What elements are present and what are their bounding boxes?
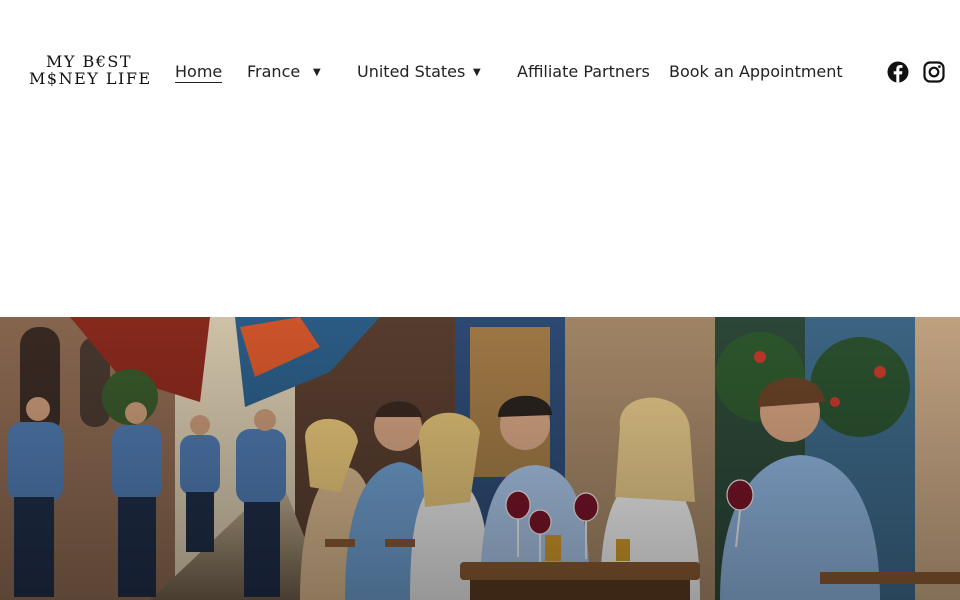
site-header: MY B€ST M$NEY LIFE Home France ▼ United … bbox=[0, 0, 960, 145]
site-logo[interactable]: MY B€ST M$NEY LIFE bbox=[29, 52, 152, 88]
instagram-icon[interactable] bbox=[923, 61, 945, 83]
nav-affiliate-partners[interactable]: Affiliate Partners bbox=[517, 62, 650, 82]
chevron-down-icon[interactable]: ▼ bbox=[473, 67, 481, 78]
nav-home-label: Home bbox=[175, 62, 223, 83]
logo-line-2: M$NEY LIFE bbox=[29, 69, 152, 88]
nav-united-states[interactable]: United States bbox=[357, 62, 465, 82]
nav-affiliate-label: Affiliate Partners bbox=[517, 62, 650, 81]
nav-united-states-label: United States bbox=[357, 62, 466, 81]
nav-book-appointment[interactable]: Book an Appointment bbox=[669, 62, 843, 82]
nav-home[interactable]: Home bbox=[175, 62, 223, 83]
nav-book-label: Book an Appointment bbox=[669, 62, 843, 81]
chevron-down-icon[interactable]: ▼ bbox=[313, 67, 321, 78]
facebook-icon[interactable] bbox=[887, 61, 909, 83]
logo-line-1: MY B€ST bbox=[45, 52, 133, 71]
nav-france-label: France bbox=[247, 62, 301, 81]
hero-image bbox=[0, 317, 960, 600]
nav-france[interactable]: France bbox=[247, 62, 300, 82]
cafe-illustration bbox=[0, 317, 960, 600]
